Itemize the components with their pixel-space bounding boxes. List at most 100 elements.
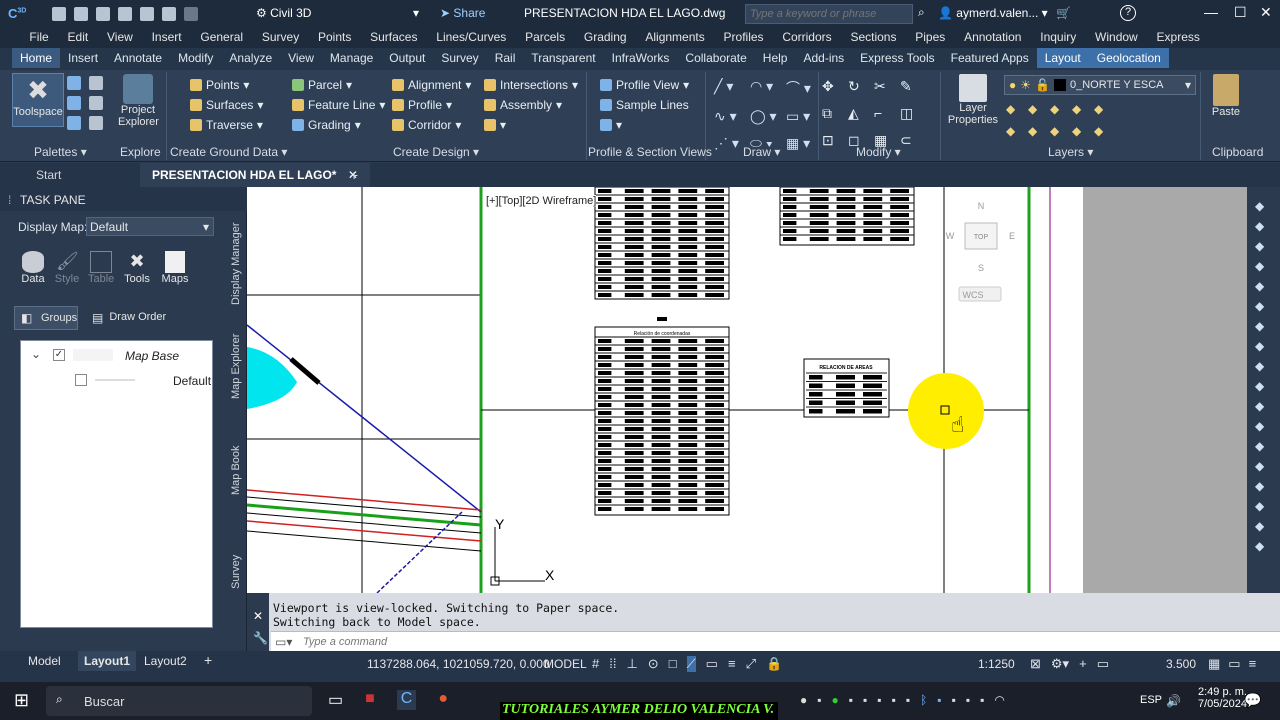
toolbox-icon[interactable] bbox=[89, 96, 103, 110]
new-tab-button[interactable]: + bbox=[350, 167, 358, 183]
task-view-icon[interactable]: ▭ bbox=[328, 690, 343, 710]
snap-icon[interactable]: ⁞⁞ bbox=[609, 656, 616, 672]
command-input[interactable] bbox=[303, 634, 1203, 649]
section-views-button[interactable]: ▾ bbox=[600, 118, 689, 132]
command-prompt-icon[interactable]: ▭▾ bbox=[275, 635, 292, 649]
polyline-icon[interactable]: ⌒ ▾ bbox=[786, 78, 822, 98]
menu-item[interactable]: View bbox=[98, 30, 143, 44]
tray-icon[interactable]: ▪ bbox=[906, 693, 910, 707]
menu-item[interactable]: File bbox=[20, 30, 58, 44]
plot-icon[interactable] bbox=[140, 7, 154, 21]
layer-tool-icon[interactable]: ◆ bbox=[1028, 102, 1050, 116]
menu-item[interactable]: Alignments bbox=[636, 30, 714, 44]
tray-icon[interactable]: ▪ bbox=[863, 693, 867, 707]
mirror-icon[interactable]: ◭ bbox=[848, 105, 874, 122]
rectangle-icon[interactable]: ▭ ▾ bbox=[786, 108, 822, 125]
menu-item[interactable]: Annotation bbox=[955, 30, 1031, 44]
transparency-icon[interactable]: ▭ bbox=[706, 656, 718, 672]
close-button[interactable]: ✕ bbox=[1260, 4, 1272, 21]
display-map-select[interactable]: Default ▾ bbox=[86, 217, 214, 236]
layer-tool-icon[interactable]: ◆ bbox=[1050, 124, 1072, 138]
ribbon-tab[interactable]: Modify bbox=[170, 48, 221, 68]
undo-icon[interactable] bbox=[162, 7, 176, 21]
rotate-icon[interactable]: ↻ bbox=[848, 78, 874, 95]
layers-icon[interactable] bbox=[67, 96, 81, 110]
surfaces-button[interactable]: Surfaces ▾ bbox=[190, 98, 263, 112]
hardware-acceleration-icon[interactable]: ▦ bbox=[1208, 656, 1220, 672]
layer-dropdown[interactable]: ● ☀ 🔓 0_NORTE Y ESCA ▾ bbox=[1004, 75, 1196, 95]
tab-model[interactable]: Model bbox=[28, 654, 61, 668]
maps-tool[interactable]: Maps bbox=[160, 251, 190, 285]
speaker-icon[interactable]: 🔊 bbox=[1166, 694, 1181, 708]
lineweight-icon[interactable]: ⟋ bbox=[686, 656, 696, 672]
map-base-checkbox[interactable]: ✓ bbox=[53, 349, 65, 361]
workspace-icon[interactable]: ⚙▾ bbox=[1051, 656, 1069, 672]
add-icon[interactable]: + bbox=[1079, 656, 1087, 672]
toolspace-button[interactable]: ✖ Toolspace bbox=[12, 73, 64, 127]
tray-icon[interactable]: ▪ bbox=[817, 693, 821, 707]
fillet-icon[interactable]: ⌐ bbox=[874, 105, 900, 122]
grid-icon[interactable]: # bbox=[592, 656, 599, 672]
annotation-scale-icon[interactable]: ⊠ bbox=[1030, 656, 1041, 672]
ribbon-tab[interactable]: Help bbox=[755, 48, 796, 68]
annotation-value[interactable]: 3.500 bbox=[1166, 657, 1196, 671]
ribbon-tab[interactable]: View bbox=[280, 48, 322, 68]
default-checkbox[interactable] bbox=[75, 374, 87, 386]
ribbon-tab[interactable]: Rail bbox=[487, 48, 524, 68]
powerpoint-app-icon[interactable]: ● bbox=[438, 690, 448, 710]
assembly-button[interactable]: Assembly ▾ bbox=[484, 98, 578, 112]
windows-start-icon[interactable]: ⊞ bbox=[14, 690, 29, 711]
media-app-icon[interactable]: ■ bbox=[365, 690, 375, 710]
layer-properties-button[interactable]: Layer Properties bbox=[946, 74, 1000, 126]
display-manager-tab[interactable]: Display Manager bbox=[230, 222, 242, 305]
data-tool[interactable]: Data bbox=[20, 251, 46, 285]
menu-item[interactable]: General bbox=[191, 30, 252, 44]
project-explorer-button[interactable]: Project Explorer bbox=[118, 74, 159, 128]
customize-command-icon[interactable]: 🔧 bbox=[253, 631, 268, 645]
tray-icon[interactable]: ▪ bbox=[892, 693, 896, 707]
menu-item[interactable]: Grading bbox=[574, 30, 635, 44]
corridor-button[interactable]: Corridor ▾ bbox=[392, 118, 471, 132]
wifi-icon[interactable]: ◠ bbox=[994, 693, 1004, 707]
maximize-button[interactable]: ☐ bbox=[1234, 4, 1247, 21]
circle-icon[interactable]: ◯ ▾ bbox=[750, 108, 786, 125]
ribbon-tab[interactable]: Featured Apps bbox=[943, 48, 1037, 68]
layers-group-label[interactable]: Layers ▾ bbox=[1048, 145, 1093, 159]
customization-icon[interactable]: ≡ bbox=[1249, 656, 1257, 672]
ribbon-tab[interactable]: Geolocation bbox=[1088, 48, 1169, 68]
ribbon-tab[interactable]: Insert bbox=[60, 48, 106, 68]
stretch-icon[interactable]: ⊡ bbox=[822, 132, 848, 149]
viewport-scale[interactable]: 1:1250 bbox=[978, 657, 1015, 671]
minimize-button[interactable]: — bbox=[1204, 4, 1218, 20]
explode-icon[interactable]: ◫ bbox=[900, 105, 926, 122]
menu-item[interactable]: Edit bbox=[58, 30, 97, 44]
bluetooth-icon[interactable]: ᛒ bbox=[920, 693, 927, 707]
side-tool-icon[interactable]: ◆ bbox=[1255, 399, 1264, 413]
search-box[interactable] bbox=[745, 4, 913, 24]
search-icon[interactable]: ⌕ bbox=[918, 5, 925, 20]
more-design-button[interactable]: ▾ bbox=[484, 118, 578, 132]
points-button[interactable]: Points ▾ bbox=[190, 78, 263, 92]
intersections-button[interactable]: Intersections ▾ bbox=[484, 78, 578, 92]
menu-item[interactable]: Insert bbox=[142, 30, 191, 44]
parcel-button[interactable]: Parcel ▾ bbox=[292, 78, 385, 92]
ribbon-tab[interactable]: Analyze bbox=[221, 48, 280, 68]
ribbon-tab[interactable]: Home bbox=[12, 48, 61, 68]
side-tool-icon[interactable]: ◆ bbox=[1255, 299, 1264, 313]
viewport-controls[interactable]: [+][Top][2D Wireframe] bbox=[486, 195, 597, 207]
save-as-icon[interactable] bbox=[118, 7, 132, 21]
tray-icon[interactable]: ▪ bbox=[980, 693, 984, 707]
help-icon[interactable]: ? bbox=[1120, 5, 1136, 21]
tray-icon[interactable]: ▪ bbox=[966, 693, 970, 707]
erase-icon[interactable]: ✎ bbox=[900, 78, 926, 95]
arc-icon[interactable]: ◠ ▾ bbox=[750, 78, 786, 98]
menu-item[interactable]: Pipes bbox=[906, 30, 955, 44]
side-tool-icon[interactable]: ◆ bbox=[1255, 419, 1264, 433]
search-input[interactable] bbox=[746, 5, 912, 23]
tab-layout1[interactable]: Layout1 bbox=[78, 651, 137, 671]
civil3d-app-icon[interactable]: C bbox=[396, 690, 417, 710]
menu-item[interactable]: Parcels bbox=[516, 30, 575, 44]
ribbon-tab[interactable]: Transparent bbox=[523, 48, 603, 68]
layer-tool-icon[interactable]: ◆ bbox=[1006, 102, 1028, 116]
layer-tool-icon[interactable]: ◆ bbox=[1050, 102, 1072, 116]
